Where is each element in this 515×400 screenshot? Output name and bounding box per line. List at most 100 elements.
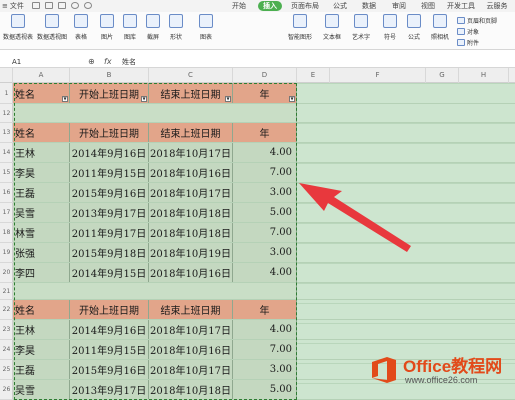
cell-end-date[interactable]: 2018年10月18日 [149, 223, 233, 242]
row-header[interactable]: 18 [0, 223, 13, 243]
column-header-h[interactable]: H [459, 68, 509, 83]
cell-start-date[interactable]: 2013年9月17日 [70, 203, 149, 222]
smartart-button[interactable]: 智能图形 [286, 14, 314, 41]
object-button[interactable]: 对象 [457, 26, 479, 36]
row-header[interactable]: 20 [0, 263, 13, 283]
print-preview-icon[interactable] [58, 2, 66, 9]
column-header-g[interactable]: G [426, 68, 459, 83]
header-cell-year[interactable]: 年 ▼ [233, 83, 297, 103]
camera-button[interactable]: 照相机 [428, 14, 452, 41]
pivot-table-button[interactable]: 数据透视表 [2, 14, 34, 41]
filter-dropdown-icon[interactable]: ▼ [289, 96, 295, 102]
picture-button[interactable]: 图片 [97, 14, 117, 41]
cell-name[interactable]: 吴雪 [13, 380, 70, 399]
cell-name[interactable]: 吴雪 [13, 203, 70, 222]
row-header[interactable]: 21 [0, 283, 13, 300]
column-header-corner[interactable] [0, 68, 13, 83]
cell-name[interactable]: 王磊 [13, 360, 70, 379]
cell-years[interactable]: 7.00 [233, 163, 297, 182]
table-button[interactable]: 表格 [72, 14, 90, 41]
tab-home[interactable]: 开始 [228, 1, 250, 11]
equation-button[interactable]: 公式 [404, 14, 424, 41]
row-header[interactable]: 1 [0, 83, 13, 104]
row-header[interactable]: 26 [0, 380, 13, 400]
cell-years[interactable]: 3.00 [233, 360, 297, 379]
header-footer-button[interactable]: 页眉和页脚 [457, 15, 497, 25]
tab-insert[interactable]: 插入 [258, 1, 282, 11]
cell-end-date[interactable]: 2018年10月17日 [149, 143, 233, 162]
cell-start-date[interactable]: 2011年9月15日 [70, 340, 149, 359]
shapes-button[interactable]: 形状 [166, 14, 186, 41]
cell-start-date[interactable]: 2014年9月16日 [70, 320, 149, 339]
fx-icon[interactable]: fx [104, 57, 112, 66]
cell-years[interactable]: 7.00 [233, 223, 297, 242]
cell-end-date[interactable]: 2018年10月17日 [149, 320, 233, 339]
row-header[interactable]: 15 [0, 163, 13, 183]
cell-years[interactable]: 4.00 [233, 143, 297, 162]
tab-formulas[interactable]: 公式 [329, 1, 351, 11]
save-icon[interactable] [32, 2, 40, 9]
header-cell-start-date[interactable]: 开始上班日期 [70, 300, 149, 319]
cell-name[interactable]: 王林 [13, 320, 70, 339]
cell-name[interactable]: 张强 [13, 243, 70, 262]
zoom-icon[interactable]: ⊕ [88, 57, 95, 66]
header-cell-name[interactable]: 姓名 ▼ [13, 83, 70, 103]
row-header[interactable]: 13 [0, 123, 13, 143]
tab-data[interactable]: 数据 [358, 1, 380, 11]
tab-view[interactable]: 视图 [417, 1, 439, 11]
header-cell-start-date[interactable]: 开始上班日期 [70, 123, 149, 142]
redo-icon[interactable] [84, 2, 92, 9]
header-cell-name[interactable]: 姓名 [13, 123, 70, 142]
row-header[interactable]: 17 [0, 203, 13, 223]
undo-icon[interactable] [71, 2, 79, 9]
cell-years[interactable]: 3.00 [233, 183, 297, 202]
row-header[interactable]: 14 [0, 143, 13, 163]
header-cell-year[interactable]: 年 [233, 300, 297, 319]
row-header[interactable]: 24 [0, 340, 13, 360]
cell-start-date[interactable]: 2013年9月17日 [70, 380, 149, 399]
cell-name[interactable]: 林雪 [13, 223, 70, 242]
name-box[interactable]: A1 [2, 57, 68, 67]
row-header[interactable]: 23 [0, 320, 13, 340]
print-icon[interactable] [45, 2, 53, 9]
cell-start-date[interactable]: 2011年9月17日 [70, 223, 149, 242]
wordart-button[interactable]: 艺术字 [349, 14, 373, 41]
column-header-f[interactable]: F [330, 68, 426, 83]
cell-years[interactable]: 4.00 [233, 320, 297, 339]
cell-end-date[interactable]: 2018年10月18日 [149, 203, 233, 222]
row-header[interactable]: 22 [0, 300, 13, 320]
empty-cell[interactable] [13, 104, 297, 122]
row-header[interactable]: 19 [0, 243, 13, 263]
cell-start-date[interactable]: 2015年9月16日 [70, 360, 149, 379]
cell-name[interactable]: 王林 [13, 143, 70, 162]
filter-dropdown-icon[interactable]: ▼ [62, 96, 68, 102]
cell-name[interactable]: 王磊 [13, 183, 70, 202]
symbol-button[interactable]: 符号 [380, 14, 400, 41]
tab-cloud[interactable]: 云服务 [483, 1, 511, 11]
column-header-e[interactable]: E [297, 68, 330, 83]
cell-end-date[interactable]: 2018年10月17日 [149, 360, 233, 379]
chart-button[interactable]: 图表 [196, 14, 216, 41]
tab-developer[interactable]: 开发工具 [445, 1, 477, 11]
header-cell-year[interactable]: 年 [233, 123, 297, 142]
cell-end-date[interactable]: 2018年10月19日 [149, 243, 233, 262]
header-cell-name[interactable]: 姓名 [13, 300, 70, 319]
screenshot-button[interactable]: 截屏 [143, 14, 163, 41]
cell-start-date[interactable]: 2015年9月16日 [70, 183, 149, 202]
column-header-b[interactable]: B [70, 68, 149, 83]
filter-dropdown-icon[interactable]: ▼ [141, 96, 147, 102]
header-cell-start-date[interactable]: 开始上班日期 ▼ [70, 83, 149, 103]
row-header[interactable]: 16 [0, 183, 13, 203]
cell-name[interactable]: 李昊 [13, 163, 70, 182]
cell-years[interactable]: 3.00 [233, 243, 297, 262]
attachment-button[interactable]: 附件 [457, 37, 479, 47]
cell-end-date[interactable]: 2018年10月16日 [149, 340, 233, 359]
cell-start-date[interactable]: 2014年9月16日 [70, 143, 149, 162]
cell-start-date[interactable]: 2015年9月18日 [70, 243, 149, 262]
empty-cell[interactable] [13, 283, 297, 299]
formula-input[interactable]: 姓名 [122, 57, 136, 67]
row-header[interactable]: 12 [0, 104, 13, 123]
cell-end-date[interactable]: 2018年10月16日 [149, 163, 233, 182]
cell-start-date[interactable]: 2014年9月15日 [70, 263, 149, 282]
column-header-c[interactable]: C [149, 68, 233, 83]
